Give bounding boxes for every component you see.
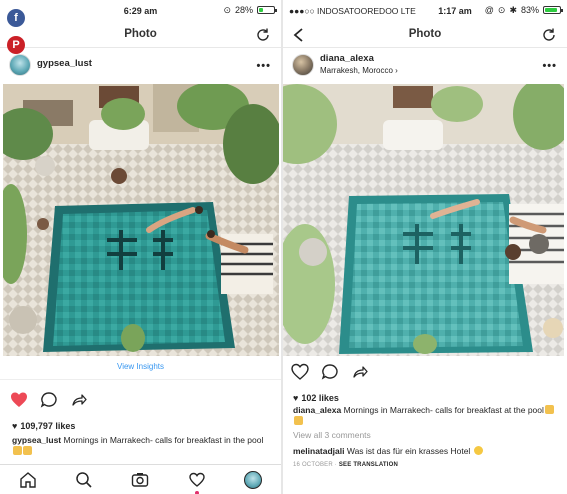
camera-icon [132, 472, 149, 487]
tab-home[interactable] [18, 470, 38, 490]
nav-title: Photo [408, 28, 442, 40]
home-icon [20, 471, 36, 488]
likes-heart-icon: ♥ [293, 393, 299, 403]
post-actions [291, 361, 369, 383]
likes-text: 109,797 likes [20, 421, 76, 431]
battery-icon [257, 6, 277, 14]
likes-heart-icon: ♥ [12, 421, 18, 431]
bottom-tab-bar [0, 464, 281, 494]
comment-icon[interactable] [321, 363, 339, 381]
location-icon: @ [484, 4, 494, 15]
likes-text: 102 likes [301, 393, 339, 403]
hotspring-emoji-icon [13, 446, 22, 455]
pool-photo [283, 84, 564, 356]
chevron-right-icon: › [395, 66, 398, 75]
like-heart-icon[interactable] [10, 391, 28, 409]
person-emoji-icon [23, 446, 32, 455]
battery-fill [259, 8, 263, 12]
search-icon [76, 471, 92, 488]
right-phone-screenshot: ●●●○○ INDOSATOOREDOO LTE 1:17 am @ ⊙ ✱ 8… [283, 0, 567, 494]
caption-username[interactable]: gypsea_lust [12, 435, 61, 445]
hotspring-emoji-icon [544, 405, 554, 414]
view-all-comments-link[interactable]: View all 3 comments [293, 430, 371, 440]
post-username[interactable]: diana_alexa [320, 53, 374, 64]
share-icon[interactable] [70, 391, 88, 409]
refresh-icon[interactable] [255, 27, 271, 43]
caption-text: Mornings in Marrakech- calls for breakfa… [343, 405, 544, 415]
avatar[interactable] [9, 54, 31, 76]
more-options-icon[interactable]: ••• [542, 60, 557, 72]
tab-camera[interactable] [130, 470, 150, 490]
comment-text: Was ist das für ein krasses Hotel [346, 446, 471, 456]
post-image[interactable] [283, 84, 564, 356]
caption-username[interactable]: diana_alexa [293, 405, 341, 415]
tab-activity[interactable] [187, 470, 207, 494]
battery-icon [543, 6, 563, 14]
post-username[interactable]: gypsea_lust [37, 58, 92, 69]
profile-avatar-icon [243, 470, 262, 489]
comment-username[interactable]: melinatadjali [293, 446, 345, 456]
refresh-icon[interactable] [541, 27, 557, 43]
smiley-emoji-icon [473, 446, 483, 455]
notification-dot [194, 490, 199, 494]
share-icon[interactable] [351, 363, 369, 381]
post-header: gypsea_lust ••• [0, 48, 281, 84]
post-location[interactable]: Marrakesh, Morocco › [320, 66, 398, 75]
caption: diana_alexa Mornings in Marrakech- calls… [293, 405, 557, 427]
facebook-share-icon[interactable]: f [7, 9, 25, 27]
like-heart-outline-icon[interactable] [291, 363, 309, 381]
comment: melinatadjali Was ist das für ein krasse… [293, 446, 557, 456]
pool-photo [3, 84, 279, 356]
activity-heart-icon [188, 472, 205, 487]
alarm-icon: ⊙ [497, 4, 506, 15]
tab-search[interactable] [74, 470, 94, 490]
caption: gypsea_lust Mornings in Marrakech- calls… [12, 435, 274, 457]
post-date: 16 OCTOBER [293, 462, 333, 468]
person-emoji-icon [294, 416, 303, 425]
status-right: @ ⊙ ✱ 83% [484, 4, 563, 15]
see-translation-link[interactable]: SEE TRANSLATION [339, 462, 398, 468]
avatar[interactable] [292, 54, 314, 76]
nav-bar: Photo [0, 22, 281, 48]
comment-icon[interactable] [40, 391, 58, 409]
post-header: diana_alexa Marrakesh, Morocco › ••• [283, 48, 567, 84]
post-actions [10, 389, 88, 411]
left-phone-screenshot: 6:29 am ⊙ 28% Photo gypsea_lust ••• View… [0, 0, 281, 494]
status-bar: ●●●○○ INDOSATOOREDOO LTE 1:17 am @ ⊙ ✱ 8… [283, 0, 567, 22]
bluetooth-icon: ✱ [509, 4, 517, 15]
likes-count[interactable]: ♥ 102 likes [293, 393, 339, 403]
status-bar: 6:29 am ⊙ 28% [0, 0, 281, 22]
caption-text: Mornings in Marrakech- calls for breakfa… [63, 435, 264, 445]
battery-percent: 28% [234, 5, 253, 15]
nav-bar: Photo [283, 22, 567, 48]
tab-profile[interactable] [243, 470, 263, 490]
post-meta: 16 OCTOBER · SEE TRANSLATION [293, 462, 399, 468]
likes-count[interactable]: ♥ 109,797 likes [12, 421, 75, 431]
status-right: ⊙ 28% [223, 4, 277, 15]
location-text: Marrakesh, Morocco [320, 66, 393, 75]
more-options-icon[interactable]: ••• [256, 60, 271, 72]
post-image[interactable] [3, 84, 279, 356]
view-insights-link[interactable]: View Insights [0, 362, 281, 380]
battery-percent: 83% [520, 5, 539, 15]
location-arrow-icon: ⊙ [223, 4, 231, 15]
battery-fill [545, 8, 557, 12]
nav-title: Photo [124, 28, 157, 40]
pinterest-share-icon[interactable]: P [7, 36, 25, 54]
